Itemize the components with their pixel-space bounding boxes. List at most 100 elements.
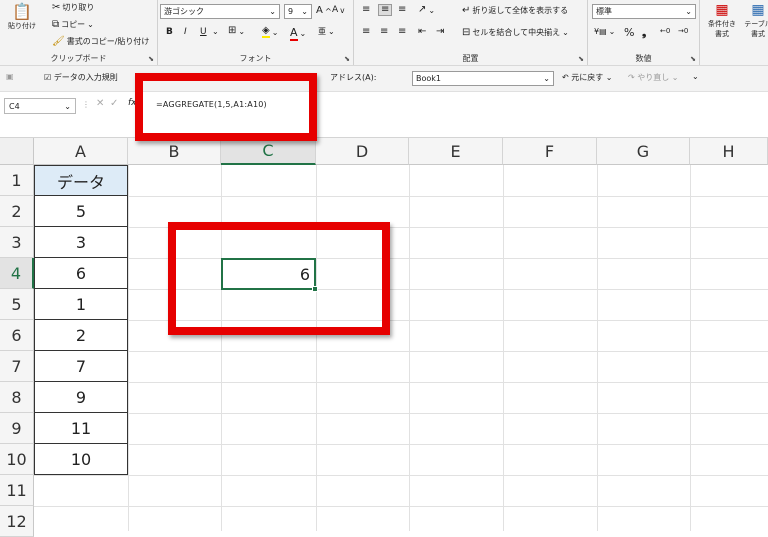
number-format-value: 標準 <box>596 7 612 16</box>
insert-function-icon[interactable]: fx <box>128 98 137 108</box>
column-header-b[interactable]: B <box>128 138 221 165</box>
address-label: アドレス(A): <box>330 73 377 82</box>
row-header-8[interactable]: 8 <box>0 382 34 413</box>
worksheet-grid[interactable]: A B C D E F G H 1 2 3 4 5 6 7 8 9 10 11 … <box>0 138 768 537</box>
number-format-select[interactable]: 標準 ⌄ <box>592 4 696 19</box>
cell-a7[interactable]: 7 <box>34 351 128 382</box>
gridline <box>34 382 768 383</box>
cancel-icon[interactable]: ✕ <box>96 98 104 109</box>
select-all-corner[interactable] <box>0 138 34 165</box>
column-header-a[interactable]: A <box>34 138 128 165</box>
fill-handle[interactable] <box>312 286 318 292</box>
data-validation-button[interactable]: ☑ データの入力規則 <box>44 72 118 83</box>
align-right-button[interactable]: ≡ <box>398 27 406 37</box>
format-as-table-button[interactable]: ▦ テーブル書式 <box>742 3 768 39</box>
font-size-select[interactable]: 9 ⌄ <box>284 4 312 19</box>
percent-button[interactable]: % <box>624 26 634 39</box>
cell-a8[interactable]: 9 <box>34 382 128 413</box>
font-grow-button[interactable]: A ^ <box>316 5 332 16</box>
column-header-g[interactable]: G <box>597 138 690 165</box>
cell-a10[interactable]: 10 <box>34 444 128 475</box>
dialog-launcher-icon[interactable]: ⬊ <box>344 55 350 63</box>
underline-dropdown[interactable]: ⌄ <box>212 27 219 36</box>
row-header-1[interactable]: 1 <box>0 165 34 196</box>
row-header-12[interactable]: 12 <box>0 506 34 537</box>
chevron-down-icon: ⌄ <box>608 27 616 36</box>
font-color-button[interactable]: A ⌄ <box>290 26 306 41</box>
row-header-11[interactable]: 11 <box>0 475 34 506</box>
cell-a4[interactable]: 6 <box>34 258 128 289</box>
italic-button[interactable]: I <box>184 27 187 37</box>
align-bottom-button[interactable]: ≡ <box>398 5 406 15</box>
accounting-button[interactable]: ¥▤ ⌄ <box>594 27 615 36</box>
comma-button[interactable]: ❟ <box>642 26 646 40</box>
decrease-indent-button[interactable]: ⇤ <box>418 27 426 37</box>
row-header-5[interactable]: 5 <box>0 289 34 320</box>
column-header-d[interactable]: D <box>316 138 409 165</box>
paste-button[interactable]: 📋 貼り付け <box>8 4 36 31</box>
cell-a3[interactable]: 3 <box>34 227 128 258</box>
orientation-button[interactable]: ↗ ⌄ <box>418 5 435 15</box>
row-header-6[interactable]: 6 <box>0 320 34 351</box>
column-header-e[interactable]: E <box>409 138 503 165</box>
qat-unknown-icon[interactable]: ▣ <box>6 72 14 81</box>
conditional-format-button[interactable]: ▦ 条件付き書式 <box>706 3 738 39</box>
row-header-10[interactable]: 10 <box>0 444 34 475</box>
qat-customize-icon[interactable]: ⌄ <box>692 72 699 81</box>
redo-button[interactable]: ↷ やり直し ⌄ <box>628 72 679 83</box>
clipboard-group: 📋 貼り付け ✂ 切り取り ⧉ コピー ⌄ 🖌 書式のコピー/貼り付け クリップボード … <box>0 0 158 65</box>
borders-button[interactable]: ⊞ ⌄ <box>228 26 245 36</box>
font-color-icon: A <box>290 26 298 41</box>
currency-icon: ¥▤ <box>594 26 607 36</box>
align-middle-icon: ≡ <box>381 4 390 15</box>
column-header-h[interactable]: H <box>690 138 768 165</box>
phonetic-button[interactable]: 亜 ⌄ <box>318 27 335 36</box>
cell-a5[interactable]: 1 <box>34 289 128 320</box>
font-shrink-button[interactable]: Av <box>332 5 345 15</box>
more-options-icon[interactable]: ⋮ <box>82 100 90 109</box>
copy-button[interactable]: ⧉ コピー ⌄ <box>52 19 94 30</box>
gridline <box>34 475 768 476</box>
align-middle-button[interactable]: ≡ <box>378 4 393 16</box>
row-header-7[interactable]: 7 <box>0 351 34 382</box>
conditional-format-icon: ▦ <box>715 2 729 18</box>
cell-a9[interactable]: 11 <box>34 413 128 444</box>
row-header-4[interactable]: 4 <box>0 258 34 289</box>
dialog-launcher-icon[interactable]: ⬊ <box>578 55 584 63</box>
font-name-select[interactable]: 游ゴシック ⌄ <box>160 4 280 19</box>
gridline <box>34 196 768 197</box>
increase-decimal-button[interactable]: ←0 <box>660 27 670 35</box>
number-group: 標準 ⌄ ¥▤ ⌄ % ❟ ←0 →0 数値 ⬊ <box>588 0 700 65</box>
fill-color-button[interactable]: ◈ ⌄ <box>262 26 278 38</box>
format-painter-button[interactable]: 🖌 書式のコピー/貼り付け <box>52 36 149 47</box>
cell-a2[interactable]: 5 <box>34 196 128 227</box>
underline-button[interactable]: U <box>200 27 207 37</box>
active-cell-c4[interactable]: 6 <box>221 258 318 292</box>
row-header-9[interactable]: 9 <box>0 413 34 444</box>
dialog-launcher-icon[interactable]: ⬊ <box>148 55 154 63</box>
align-top-button[interactable]: ≡ <box>362 5 370 15</box>
chevron-down-icon: ⌄ <box>328 27 335 36</box>
merge-center-button[interactable]: ⊟ セルを結合して中央揃え ⌄ <box>462 27 569 38</box>
row-header-2[interactable]: 2 <box>0 196 34 227</box>
address-select[interactable]: Book1 ⌄ <box>412 71 554 86</box>
gridline <box>503 165 504 531</box>
formula-input[interactable]: =AGGREGATE(1,5,A1:A10) <box>156 100 267 109</box>
wrap-text-button[interactable]: ↵ 折り返して全体を表示する <box>462 5 568 16</box>
name-box[interactable]: C4 ⌄ <box>4 98 76 114</box>
decrease-decimal-button[interactable]: →0 <box>678 27 688 35</box>
undo-button[interactable]: ↶ 元に戻す ⌄ <box>562 72 613 83</box>
align-left-button[interactable]: ≡ <box>362 27 370 37</box>
column-header-c[interactable]: C <box>221 138 316 165</box>
column-header-f[interactable]: F <box>503 138 597 165</box>
row-header-3[interactable]: 3 <box>0 227 34 258</box>
increase-indent-button[interactable]: ⇥ <box>436 27 444 37</box>
wrap-text-icon: ↵ <box>462 4 471 16</box>
enter-icon[interactable]: ✓ <box>110 98 118 109</box>
cut-button[interactable]: ✂ 切り取り <box>52 2 94 13</box>
dialog-launcher-icon[interactable]: ⬊ <box>690 55 696 63</box>
bold-button[interactable]: B <box>166 27 173 37</box>
cell-a1[interactable]: データ <box>34 165 128 196</box>
cell-a6[interactable]: 2 <box>34 320 128 351</box>
align-center-button[interactable]: ≡ <box>380 27 388 37</box>
